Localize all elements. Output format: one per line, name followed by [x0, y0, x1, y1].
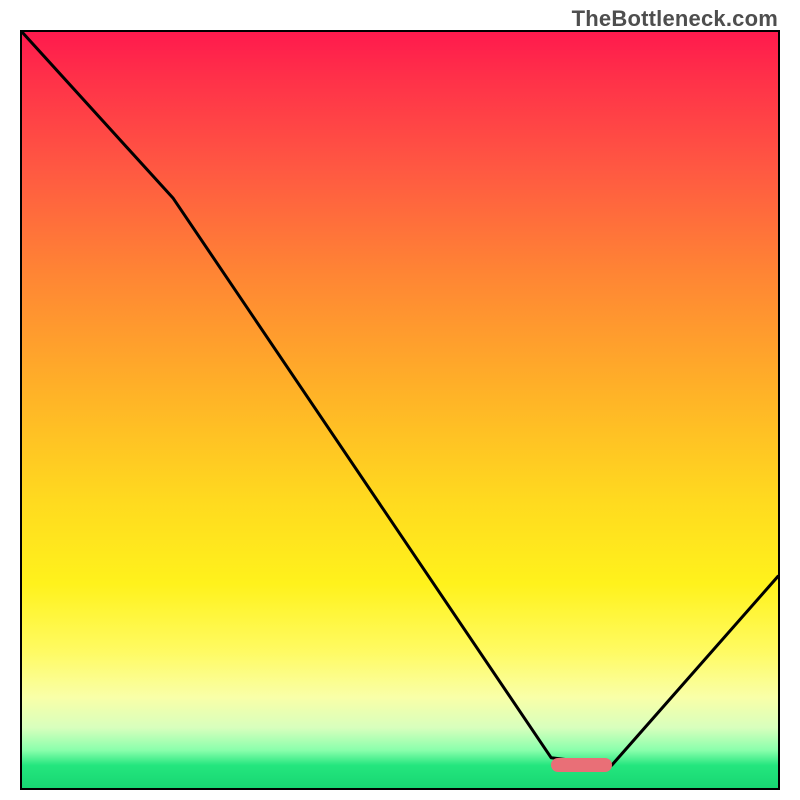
chart-frame: [20, 30, 780, 790]
bottleneck-curve-path: [22, 32, 778, 765]
optimal-range-marker: [551, 758, 611, 772]
bottleneck-curve: [22, 32, 778, 788]
attribution-text: TheBottleneck.com: [572, 6, 778, 32]
